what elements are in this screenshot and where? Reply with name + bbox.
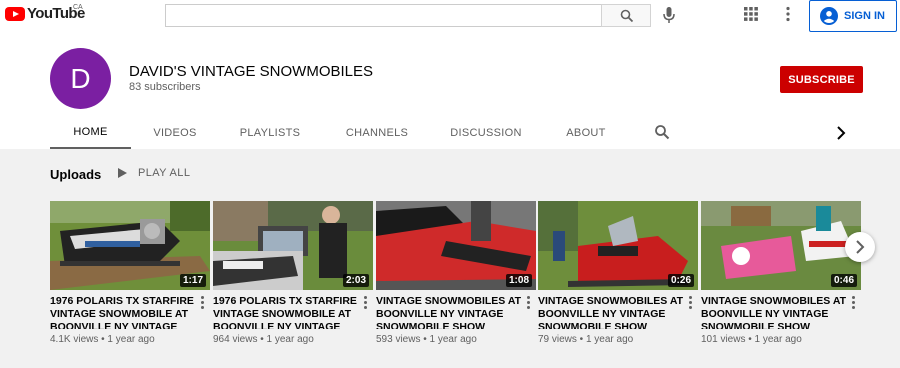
video-thumbnail[interactable]: 0:46 xyxy=(701,201,861,290)
search-input[interactable] xyxy=(165,4,602,27)
upload-age: 1 year ago xyxy=(107,334,155,345)
subscribe-button[interactable]: SUBSCRIBE xyxy=(780,66,863,93)
video-duration: 2:03 xyxy=(342,274,369,287)
video-thumbnail[interactable]: 1:08 xyxy=(376,201,536,290)
channel-avatar[interactable]: D xyxy=(50,48,111,109)
video-title[interactable]: 1976 POLARIS TX STARFIRE VINTAGE SNOWMOB… xyxy=(50,295,198,329)
video-card[interactable]: 2:03 1976 POLARIS TX STARFIRE VINTAGE SN… xyxy=(213,201,373,351)
view-count: 964 views xyxy=(213,334,258,345)
video-title[interactable]: 1976 POLARIS TX STARFIRE VINTAGE SNOWMOB… xyxy=(213,295,361,329)
upload-age: 1 year ago xyxy=(266,334,314,345)
channel-header: D DAVID'S VINTAGE SNOWMOBILES 83 subscri… xyxy=(0,34,900,149)
tab-channels[interactable]: CHANNELS xyxy=(338,116,416,149)
tab-about[interactable]: ABOUT xyxy=(560,116,612,149)
region-code: CA xyxy=(73,4,83,11)
video-metadata: 101 views • 1 year ago xyxy=(701,334,802,345)
more-vert-icon[interactable] xyxy=(526,296,532,310)
tab-home[interactable]: HOME xyxy=(50,116,131,149)
shelf-title[interactable]: Uploads xyxy=(50,167,101,182)
search-icon xyxy=(620,9,634,23)
more-vert-icon[interactable] xyxy=(688,296,694,310)
shelf-next-button[interactable] xyxy=(845,232,875,262)
video-title[interactable]: VINTAGE SNOWMOBILES AT BOONVILLE NY VINT… xyxy=(701,295,849,329)
subscriber-count: 83 subscribers xyxy=(129,81,201,93)
video-thumbnail[interactable]: 2:03 xyxy=(213,201,373,290)
view-count: 593 views xyxy=(376,334,421,345)
video-metadata: 964 views • 1 year ago xyxy=(213,334,314,345)
youtube-play-icon xyxy=(5,6,25,21)
video-title[interactable]: VINTAGE SNOWMOBILES AT BOONVILLE NY VINT… xyxy=(376,295,524,329)
video-title[interactable]: VINTAGE SNOWMOBILES AT BOONVILLE NY VINT… xyxy=(538,295,686,329)
tab-discussion[interactable]: DISCUSSION xyxy=(446,116,526,149)
more-vert-icon[interactable] xyxy=(200,296,206,310)
sign-in-label: SIGN IN xyxy=(844,10,885,22)
sign-in-button[interactable]: SIGN IN xyxy=(809,0,897,32)
channel-tabs: HOME VIDEOS PLAYLISTS CHANNELS DISCUSSIO… xyxy=(50,116,870,149)
video-metadata: 593 views • 1 year ago xyxy=(376,334,477,345)
upload-age: 1 year ago xyxy=(754,334,802,345)
more-vert-icon[interactable] xyxy=(851,296,857,310)
view-count: 79 views xyxy=(538,334,577,345)
video-duration: 0:26 xyxy=(667,274,694,287)
play-all-button[interactable]: PLAY ALL xyxy=(118,167,190,179)
apps-grid-icon[interactable] xyxy=(744,7,758,21)
video-metadata: 4.1K views • 1 year ago xyxy=(50,334,155,345)
video-duration: 1:17 xyxy=(179,274,206,287)
video-duration: 1:08 xyxy=(505,274,532,287)
video-thumbnail[interactable]: 1:17 xyxy=(50,201,210,290)
search-icon[interactable] xyxy=(654,124,670,140)
chevron-right-icon xyxy=(856,240,865,254)
play-all-label: PLAY ALL xyxy=(138,167,191,179)
upload-age: 1 year ago xyxy=(429,334,477,345)
view-count: 4.1K views xyxy=(50,334,99,345)
video-metadata: 79 views • 1 year ago xyxy=(538,334,634,345)
mic-icon[interactable] xyxy=(659,5,679,25)
tab-videos[interactable]: VIDEOS xyxy=(145,116,205,149)
video-card[interactable]: 0:26 VINTAGE SNOWMOBILES AT BOONVILLE NY… xyxy=(538,201,698,351)
video-card[interactable]: 0:46 VINTAGE SNOWMOBILES AT BOONVILLE NY… xyxy=(701,201,861,351)
chevron-right-icon[interactable] xyxy=(836,126,846,140)
video-card[interactable]: 1:08 VINTAGE SNOWMOBILES AT BOONVILLE NY… xyxy=(376,201,536,351)
view-count: 101 views xyxy=(701,334,746,345)
account-icon xyxy=(820,7,838,25)
masthead: YouTube CA SIGN IN xyxy=(0,0,900,34)
play-icon xyxy=(118,168,127,178)
channel-name: DAVID'S VINTAGE SNOWMOBILES xyxy=(129,63,374,80)
video-thumbnail[interactable]: 0:26 xyxy=(538,201,698,290)
tab-playlists[interactable]: PLAYLISTS xyxy=(232,116,308,149)
video-duration: 0:46 xyxy=(830,274,857,287)
search-button[interactable] xyxy=(601,4,651,27)
video-card[interactable]: 1:17 1976 POLARIS TX STARFIRE VINTAGE SN… xyxy=(50,201,210,351)
upload-age: 1 year ago xyxy=(585,334,634,345)
more-vert-icon[interactable] xyxy=(783,6,793,22)
more-vert-icon[interactable] xyxy=(363,296,369,310)
